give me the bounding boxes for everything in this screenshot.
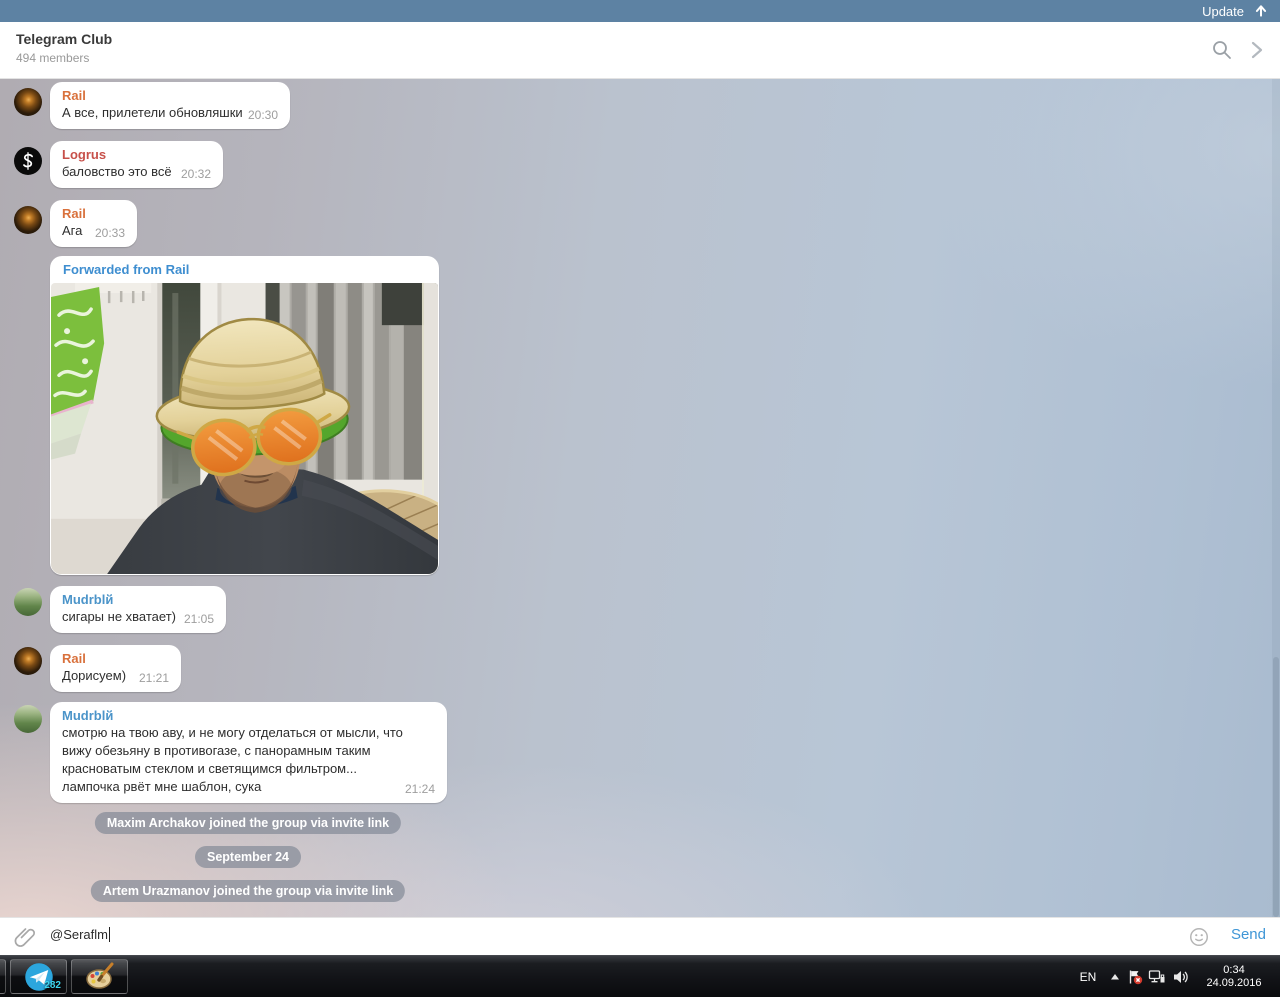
message-author[interactable]: Rail (62, 88, 278, 104)
attach-file-icon[interactable] (13, 925, 37, 949)
message-time: 20:33 (94, 226, 125, 240)
taskbar-edge-button[interactable] (0, 959, 6, 994)
tray-clock[interactable]: 0:34 24.09.2016 (1196, 956, 1272, 997)
message-author[interactable]: Mudrblй (62, 708, 435, 724)
windows-taskbar[interactable]: 282 EN 0:34 24.09.2016 (0, 955, 1280, 997)
avatar-rail[interactable] (14, 647, 42, 675)
forwarded-from-link[interactable]: Forwarded from Rail (63, 256, 189, 283)
avatar-logrus[interactable] (14, 147, 42, 175)
tray-show-hidden-icons[interactable] (1106, 956, 1124, 997)
taskbar-paint-button[interactable] (71, 959, 128, 994)
tray-action-center-flag-icon[interactable] (1126, 956, 1144, 997)
selfie-photo-illustration (51, 283, 438, 574)
message-bubble[interactable]: Rail Ага 20:33 (50, 200, 137, 247)
message-author[interactable]: Mudrblй (62, 592, 214, 608)
update-banner[interactable]: Update (0, 0, 1280, 22)
telegram-unread-badge: 282 (44, 980, 61, 991)
message-time: 21:24 (404, 782, 435, 796)
search-icon[interactable] (1210, 38, 1234, 62)
message-author[interactable]: Rail (62, 206, 125, 222)
message-bubble[interactable]: Logrus баловство это всё 20:32 (50, 141, 223, 188)
forwarded-photo[interactable] (51, 283, 438, 574)
message-time: 21:21 (138, 671, 169, 685)
message-time: 21:05 (183, 612, 214, 626)
update-arrow-icon (1255, 5, 1267, 17)
taskbar-telegram-button[interactable]: 282 (10, 959, 67, 994)
message-bubble[interactable]: Rail А все, прилетели обновляшки 20:30 (50, 82, 290, 129)
scrollbar-thumb[interactable] (1273, 657, 1279, 917)
update-label[interactable]: Update (1202, 4, 1244, 19)
avatar-mudrbly[interactable] (14, 588, 42, 616)
tray-date: 24.09.2016 (1206, 977, 1262, 989)
service-message-joined: Maxim Archakov joined the group via invi… (94, 812, 402, 834)
tray-network-icon[interactable] (1148, 956, 1166, 997)
message-composer[interactable]: @Seraflm Send (0, 917, 1280, 955)
message-bubble[interactable]: Rail Дорисуем) 21:21 (50, 645, 181, 692)
tray-volume-icon[interactable] (1172, 956, 1190, 997)
message-bubble[interactable]: Mudrblй сигары не хватает) 21:05 (50, 586, 226, 633)
service-message-joined: Artem Urazmanov joined the group via inv… (90, 880, 406, 902)
text-caret (109, 927, 110, 942)
send-button[interactable]: Send (1231, 926, 1266, 943)
message-text: А все, прилетели обновляшки (62, 105, 243, 120)
message-author[interactable]: Logrus (62, 147, 211, 163)
message-history[interactable]: Rail А все, прилетели обновляшки 20:30 L… (0, 79, 1280, 917)
date-divider: September 24 (195, 846, 301, 868)
message-bubble[interactable]: Mudrblй смотрю на твою аву, и не могу от… (50, 702, 447, 803)
forwarded-message-bubble[interactable]: Forwarded from Rail (50, 256, 439, 575)
history-scrollbar[interactable] (1272, 79, 1280, 917)
chat-header[interactable]: Telegram Club 494 members (0, 22, 1280, 79)
emoji-icon[interactable] (1188, 926, 1210, 948)
message-time: 20:30 (247, 108, 278, 122)
message-text: смотрю на твою аву, и не могу отделаться… (62, 725, 403, 794)
message-input[interactable]: @Seraflm (50, 927, 110, 942)
chat-members-count: 494 members (16, 51, 90, 65)
chevron-right-icon[interactable] (1244, 38, 1268, 62)
chat-title: Telegram Club (16, 31, 113, 47)
avatar-mudrbly[interactable] (14, 705, 42, 733)
message-input-value: @Seraflm (50, 927, 108, 942)
paint-icon (85, 962, 113, 989)
message-time: 20:32 (180, 167, 211, 181)
avatar-rail[interactable] (14, 206, 42, 234)
message-author[interactable]: Rail (62, 651, 169, 667)
tray-language-indicator[interactable]: EN (1076, 956, 1100, 997)
logrus-symbol-icon (23, 152, 33, 170)
avatar-rail[interactable] (14, 88, 42, 116)
tray-time: 0:34 (1223, 964, 1245, 976)
